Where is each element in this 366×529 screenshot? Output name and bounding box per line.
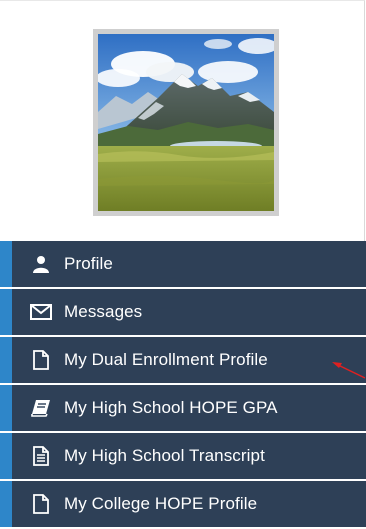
- annotation-arrow-icon: [332, 362, 366, 379]
- sidebar-item-dual-enrollment-profile[interactable]: My Dual Enrollment Profile: [0, 337, 366, 383]
- document-icon: [30, 349, 52, 371]
- book-icon: [30, 397, 52, 419]
- sidebar-item-label: My Dual Enrollment Profile: [64, 350, 268, 369]
- sidebar-item-high-school-transcript[interactable]: My High School Transcript: [0, 433, 366, 479]
- mountain-landscape-image: [98, 34, 274, 211]
- sidebar-item-college-hope-profile[interactable]: My College HOPE Profile: [0, 481, 366, 527]
- sidebar-item-label: My High School HOPE GPA: [64, 398, 278, 417]
- sidebar-item-label: My College HOPE Profile: [64, 494, 258, 513]
- sidebar-item-label: Profile: [64, 254, 113, 273]
- user-icon: [30, 253, 52, 275]
- sidebar-item-high-school-hope-gpa[interactable]: My High School HOPE GPA: [0, 385, 366, 431]
- sidebar-item-label: My High School Transcript: [64, 446, 265, 465]
- sidebar-panel: Profile Messages My Dual Enrollment Prof…: [0, 0, 366, 527]
- sidebar-item-messages[interactable]: Messages: [0, 289, 366, 335]
- document-icon: [30, 493, 52, 515]
- sidebar-item-profile[interactable]: Profile: [0, 241, 366, 287]
- sidebar-menu: Profile Messages My Dual Enrollment Prof…: [0, 241, 366, 529]
- sidebar-item-label: Messages: [64, 302, 143, 321]
- envelope-icon: [30, 301, 52, 323]
- document-lines-icon: [30, 445, 52, 467]
- profile-avatar: [93, 29, 279, 216]
